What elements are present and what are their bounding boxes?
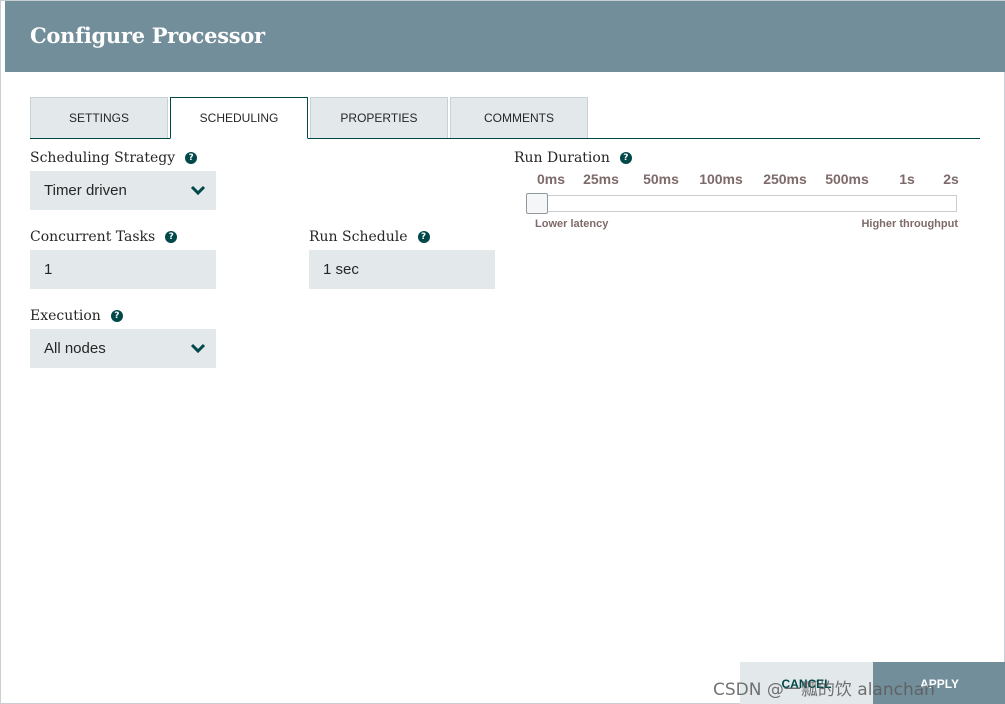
run-duration-tick[interactable]: 250ms bbox=[763, 171, 807, 187]
scheduling-strategy-select[interactable]: Timer driven bbox=[30, 171, 216, 210]
execution-label: Execution ? bbox=[30, 308, 123, 324]
run-duration-tick[interactable]: 1s bbox=[899, 171, 915, 187]
run-schedule-input[interactable]: 1 sec bbox=[309, 250, 495, 289]
help-icon[interactable]: ? bbox=[185, 152, 198, 164]
help-icon[interactable]: ? bbox=[417, 231, 430, 243]
watermark-text: CSDN @一瓢的饮 alanchan bbox=[713, 680, 935, 700]
tab-bar: SETTINGS SCHEDULING PROPERTIES COMMENTS bbox=[30, 97, 980, 139]
execution-value: All nodes bbox=[44, 340, 106, 357]
run-duration-label-text: Run Duration bbox=[514, 150, 610, 166]
scheduling-strategy-label-text: Scheduling Strategy bbox=[30, 150, 176, 166]
run-duration-tick[interactable]: 0ms bbox=[537, 171, 565, 187]
run-duration-slider-track[interactable] bbox=[527, 195, 957, 212]
concurrent-tasks-value: 1 bbox=[44, 261, 53, 278]
lower-latency-label: Lower latency bbox=[535, 218, 609, 230]
execution-label-text: Execution bbox=[30, 308, 101, 324]
run-schedule-value: 1 sec bbox=[323, 261, 359, 278]
chevron-down-icon bbox=[190, 185, 206, 196]
chevron-down-icon bbox=[190, 343, 206, 354]
run-duration-tick[interactable]: 25ms bbox=[583, 171, 619, 187]
run-duration-tick[interactable]: 2s bbox=[943, 171, 959, 187]
execution-select[interactable]: All nodes bbox=[30, 329, 216, 368]
concurrent-tasks-label-text: Concurrent Tasks bbox=[30, 229, 156, 245]
configure-processor-dialog: Configure Processor SETTINGS SCHEDULING … bbox=[0, 0, 1005, 704]
tab-settings[interactable]: SETTINGS bbox=[30, 97, 168, 138]
scheduling-strategy-label: Scheduling Strategy ? bbox=[30, 150, 198, 166]
scheduling-strategy-value: Timer driven bbox=[44, 182, 127, 199]
run-duration-tick-labels: 0ms 25ms 50ms 100ms 250ms 500ms 1s 2s bbox=[527, 171, 961, 191]
run-duration-label: Run Duration ? bbox=[514, 150, 632, 166]
run-duration-tick[interactable]: 50ms bbox=[643, 171, 679, 187]
tab-comments[interactable]: COMMENTS bbox=[450, 97, 588, 138]
concurrent-tasks-label: Concurrent Tasks ? bbox=[30, 229, 178, 245]
run-duration-tick[interactable]: 100ms bbox=[699, 171, 743, 187]
higher-throughput-label: Higher throughput bbox=[861, 218, 958, 230]
help-icon[interactable]: ? bbox=[165, 231, 178, 243]
run-schedule-label: Run Schedule ? bbox=[309, 229, 430, 245]
help-icon[interactable]: ? bbox=[619, 152, 632, 164]
help-icon[interactable]: ? bbox=[110, 310, 123, 322]
dialog-title: Configure Processor bbox=[30, 23, 265, 48]
run-schedule-label-text: Run Schedule bbox=[309, 229, 408, 245]
tab-properties[interactable]: PROPERTIES bbox=[310, 97, 448, 138]
concurrent-tasks-input[interactable]: 1 bbox=[30, 250, 216, 289]
tab-scheduling[interactable]: SCHEDULING bbox=[170, 97, 308, 139]
dialog-header: Configure Processor bbox=[5, 1, 1005, 72]
run-duration-slider-handle[interactable] bbox=[526, 193, 548, 214]
run-duration-tick[interactable]: 500ms bbox=[825, 171, 869, 187]
